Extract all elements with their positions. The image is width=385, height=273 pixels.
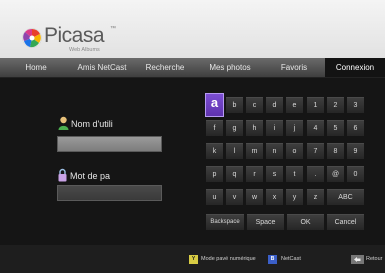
key-0[interactable]: 0	[347, 166, 364, 182]
key-m[interactable]: m	[246, 143, 263, 159]
tab-favoris[interactable]: Favoris	[274, 58, 314, 77]
key-5[interactable]: 5	[327, 120, 344, 136]
key-t[interactable]: t	[286, 166, 303, 182]
key-9[interactable]: 9	[347, 143, 364, 159]
key-cancel[interactable]: Cancel	[327, 214, 364, 230]
back-arrow-icon	[354, 257, 361, 262]
key-6[interactable]: 6	[347, 120, 364, 136]
key-u[interactable]: u	[206, 189, 223, 205]
picasa-pinwheel-icon	[22, 28, 42, 48]
app-header: Picasa ™ Web Albums	[0, 0, 385, 58]
tab-connexion[interactable]: Connexion	[325, 58, 385, 77]
key-q[interactable]: q	[226, 166, 243, 182]
key-ok[interactable]: OK	[287, 214, 324, 230]
key-dot[interactable]: .	[307, 166, 324, 182]
password-field[interactable]	[57, 185, 162, 201]
key-space[interactable]: Space	[247, 214, 284, 230]
tab-mes-photos[interactable]: Mes photos	[203, 58, 257, 77]
blue-button-label: NetCast	[281, 256, 301, 262]
yellow-button[interactable]: Y	[189, 255, 198, 264]
key-e[interactable]: e	[286, 97, 303, 113]
key-l[interactable]: l	[226, 143, 243, 159]
nav-bar: Home Amis NetCast Recherche Mes photos F…	[0, 58, 385, 78]
password-label: Mot de pa	[70, 171, 111, 181]
key-z[interactable]: z	[307, 189, 324, 205]
lock-icon	[58, 168, 67, 182]
key-c[interactable]: c	[246, 97, 263, 113]
logo-trademark: ™	[110, 26, 116, 32]
user-icon	[58, 116, 69, 130]
tab-amis-netcast[interactable]: Amis NetCast	[70, 58, 134, 77]
key-at[interactable]: @	[327, 166, 344, 182]
yellow-button-label: Mode pavé numérique	[201, 256, 256, 262]
key-p[interactable]: p	[206, 166, 223, 182]
key-n[interactable]: n	[266, 143, 283, 159]
username-label: Nom d'utili	[71, 119, 113, 129]
key-v[interactable]: v	[226, 189, 243, 205]
key-y[interactable]: y	[286, 189, 303, 205]
key-o[interactable]: o	[286, 143, 303, 159]
key-w[interactable]: w	[246, 189, 263, 205]
back-button[interactable]	[351, 255, 364, 264]
tab-recherche[interactable]: Recherche	[142, 58, 188, 77]
logo-subtitle: Web Albums	[69, 47, 100, 53]
key-r[interactable]: r	[246, 166, 263, 182]
key-1[interactable]: 1	[307, 97, 324, 113]
key-4[interactable]: 4	[307, 120, 324, 136]
key-abc[interactable]: ABC	[327, 189, 364, 205]
key-k[interactable]: k	[206, 143, 223, 159]
key-3[interactable]: 3	[347, 97, 364, 113]
key-h[interactable]: h	[246, 120, 263, 136]
key-7[interactable]: 7	[307, 143, 324, 159]
key-f[interactable]: f	[206, 120, 223, 136]
key-backspace[interactable]: Backspace	[206, 214, 244, 230]
key-s[interactable]: s	[266, 166, 283, 182]
key-g[interactable]: g	[226, 120, 243, 136]
key-2[interactable]: 2	[327, 97, 344, 113]
key-x[interactable]: x	[266, 189, 283, 205]
blue-button[interactable]: B	[268, 255, 277, 264]
remote-hints-bar: Y Mode pavé numérique B NetCast Retour	[0, 245, 385, 273]
username-field[interactable]	[57, 136, 162, 152]
key-d[interactable]: d	[266, 97, 283, 113]
tab-home[interactable]: Home	[16, 58, 56, 77]
key-a[interactable]: a	[205, 93, 224, 117]
key-8[interactable]: 8	[327, 143, 344, 159]
key-i[interactable]: i	[266, 120, 283, 136]
key-j[interactable]: j	[286, 120, 303, 136]
onscreen-keyboard: a b c d e 1 2 3 f g h i j 4 5 6 k l m n …	[200, 90, 370, 235]
logo-text: Picasa	[44, 24, 105, 47]
tv-app-screen: Picasa ™ Web Albums Home Amis NetCast Re…	[0, 0, 385, 273]
picasa-logo: Picasa ™ Web Albums	[22, 22, 122, 54]
key-b[interactable]: b	[226, 97, 243, 113]
back-button-label: Retour	[366, 256, 383, 262]
